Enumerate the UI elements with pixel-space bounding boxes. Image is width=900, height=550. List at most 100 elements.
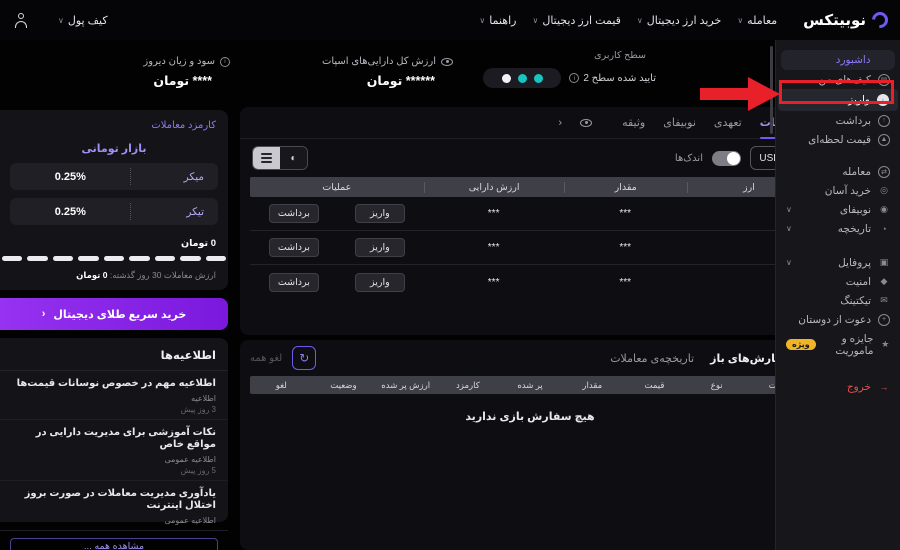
level-dot-empty — [501, 73, 511, 83]
deposit-button[interactable]: واریز — [354, 238, 405, 257]
tab-collateral[interactable]: وثیقه — [622, 107, 645, 139]
nobitex-logo-icon — [868, 8, 892, 32]
assets-table: ارز مقدار ارزش دارایی عملیات *** *** وار… — [250, 177, 810, 299]
assets-table-header: ارز مقدار ارزش دارایی عملیات — [250, 177, 810, 197]
user-profile-icon[interactable] — [14, 12, 28, 28]
sidebar-item-easy-buy[interactable]: ◎ خرید آسان — [776, 181, 900, 200]
info-icon[interactable]: i — [569, 73, 580, 83]
user-level-status: تایید شده سطح 2 i — [569, 73, 656, 84]
user-level-summary: سطح کاربری تایید شده سطح 2 i — [480, 50, 656, 88]
sidebar-scrollbar[interactable] — [770, 46, 773, 134]
shield-icon: ◆ — [880, 276, 888, 286]
volume-value: 0 تومان — [180, 238, 216, 249]
sidebar-item-my-wallets[interactable]: ▤ کیف‌های من — [776, 70, 900, 89]
pnl-summary: i سود و زیان دیروز **** تومان — [72, 56, 230, 88]
chevron-left-icon: ‹ — [41, 308, 46, 320]
chevron-down-icon: ∨ — [532, 15, 539, 25]
chevron-down-icon: ∨ — [58, 15, 64, 25]
wallet-menu-dropdown[interactable]: کیف پول ∨ — [58, 14, 108, 27]
wallet-tabs: اسپات تعهدی نوبیفای وثیقه ‹ — [240, 107, 820, 139]
sidebar-item-deposit[interactable]: ↓ واریز — [778, 89, 898, 111]
amount-cell: *** — [619, 276, 632, 288]
small-assets-toggle[interactable] — [712, 150, 741, 166]
list-item[interactable]: یادآوری مدیریت معاملات در صورت بروز اختل… — [0, 481, 228, 531]
wallets-icon: ▤ — [878, 73, 890, 86]
info-icon[interactable]: i — [220, 56, 230, 67]
sidebar-item-dashboard[interactable]: داشبورد — [781, 50, 895, 70]
chevron-down-icon: ∨ — [636, 15, 643, 25]
sidebar-item-profile[interactable]: ▣ پروفایل ∨ — [776, 253, 900, 272]
sidebar-item-logout[interactable]: → خروج — [776, 377, 900, 396]
nobitex-logo[interactable]: نوبیتکس — [803, 8, 892, 32]
chevron-down-icon: ∨ — [737, 15, 744, 25]
sidebar-item-invite-friends[interactable]: + دعوت از دوستان — [776, 310, 900, 329]
sidebar-item-rewards[interactable]: ★ جایزه و ماموریت ویژه — [776, 329, 900, 360]
collapse-chevron-icon[interactable]: ‹ — [558, 117, 562, 129]
sidebar-item-trade[interactable]: ⇄ معامله — [776, 162, 900, 181]
table-row: *** *** واریز برداشت — [250, 265, 810, 299]
wallet-panel: اسپات تعهدی نوبیفای وثیقه ‹ ◐ اندک‌ها US… — [240, 107, 820, 335]
withdraw-button[interactable]: برداشت — [268, 204, 319, 223]
deposit-button[interactable]: واریز — [354, 272, 405, 292]
eye-icon[interactable] — [580, 118, 593, 127]
header-right-cluster: نوبیتکس معامله ∨ خرید ارز دیجیتال ∨ قیمت ا… — [479, 0, 892, 40]
sidebar-item-live-prices[interactable]: ▲ قیمت لحظه‌ای — [776, 130, 900, 149]
volume-progress-bar — [0, 256, 228, 261]
table-row: *** *** واریز برداشت — [250, 231, 810, 265]
nav-crypto-prices[interactable]: قیمت ارز دیجیتال ∨ — [532, 14, 620, 27]
nav-buy-crypto[interactable]: خرید ارز دیجیتال ∨ — [637, 14, 721, 27]
sidebar-item-nobify[interactable]: ◉ نوبیفای ∨ — [776, 200, 900, 219]
withdraw-button[interactable]: برداشت — [268, 238, 319, 257]
view-all-button[interactable]: مشاهده همه ... — [10, 537, 218, 550]
pnl-label: سود و زیان دیروز — [143, 56, 215, 67]
cancel-all-button[interactable]: لغو همه — [250, 353, 282, 364]
tab-nobify[interactable]: نوبیفای — [663, 107, 696, 139]
quick-buy-gold-button[interactable]: خرید سریع طلای دیجیتال ‹ — [0, 298, 228, 330]
taker-label: تیکر — [186, 205, 204, 218]
list-item[interactable]: اطلاعیه مهم در خصوص نوسانات قیمت‌ها اطلا… — [0, 371, 228, 420]
volume-amount: 0 تومان — [76, 270, 108, 280]
tab-trade-history[interactable]: تاریخچه‌ی معاملات — [610, 352, 694, 365]
amount-cell: *** — [619, 242, 632, 253]
sidebar-item-history[interactable]: ◔ تاریخچه ∨ — [776, 219, 900, 238]
chevron-down-icon: ∨ — [479, 15, 486, 25]
easy-buy-icon: ◎ — [880, 185, 888, 195]
withdraw-icon: ↑ — [878, 114, 890, 127]
sidebar-item-withdraw[interactable]: ↑ برداشت — [776, 111, 900, 130]
empty-orders-message: هیچ سفارش بازی ندارید — [465, 411, 595, 423]
list-icon — [261, 153, 272, 155]
sidebar-item-security[interactable]: ◆ امنیت — [776, 272, 900, 291]
deposit-button[interactable]: واریز — [354, 204, 405, 223]
wallet-controls: ◐ اندک‌ها USDT — [240, 139, 820, 177]
special-badge: ویژه — [786, 339, 816, 350]
user-level-title: سطح کاربری — [594, 50, 646, 61]
fees-title[interactable]: کارمزد معاملات — [0, 110, 228, 131]
value-cell: *** — [487, 208, 500, 219]
header-left-cluster: کیف پول ∨ — [14, 0, 108, 40]
nobify-bell-icon: ◉ — [880, 204, 888, 214]
fees-card: کارمزد معاملات بازار تومانی میکر 0.25% ت… — [0, 110, 228, 290]
maker-fee-row: میکر 0.25% — [10, 163, 218, 190]
value-cell: *** — [487, 242, 500, 253]
list-view-button[interactable] — [253, 147, 280, 169]
pie-chart-icon: ◐ — [290, 152, 297, 164]
announcements-card: اطلاعیه‌ها اطلاعیه مهم در خصوص نوسانات ق… — [0, 338, 228, 550]
sidebar-item-ticketing[interactable]: ✉ تیکتینگ — [776, 291, 900, 310]
withdraw-button[interactable]: برداشت — [268, 272, 319, 292]
dashboard-grid-icon — [878, 54, 890, 66]
taker-fee-row: تیکر 0.25% — [10, 198, 218, 225]
pnl-value: **** تومان — [153, 74, 212, 88]
nav-guide[interactable]: راهنما ∨ — [479, 14, 516, 27]
nobitex-logo-text: نوبیتکس — [803, 12, 866, 29]
refresh-button[interactable]: ↻ — [292, 346, 317, 370]
eye-icon[interactable] — [441, 57, 453, 66]
table-row: *** *** واریز برداشت — [250, 197, 810, 231]
tab-margin[interactable]: تعهدی — [714, 107, 742, 139]
pie-view-button[interactable]: ◐ — [280, 147, 307, 169]
announcements-title: اطلاعیه‌ها — [0, 338, 228, 371]
taker-value: 0.25% — [54, 205, 86, 218]
list-item[interactable]: نکات آموزشی برای مدیریت دارایی در مواقع … — [0, 420, 228, 481]
nav-trade[interactable]: معامله ∨ — [737, 14, 777, 27]
value-cell: *** — [487, 276, 500, 288]
assets-label: ارزش کل دارایی‌های اسپات — [321, 56, 436, 67]
